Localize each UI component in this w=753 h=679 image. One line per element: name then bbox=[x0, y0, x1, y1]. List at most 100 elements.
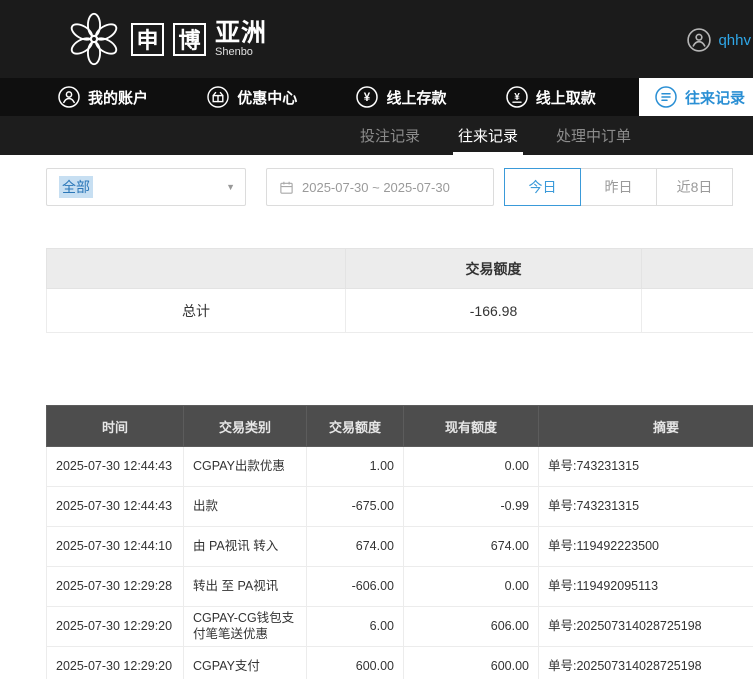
records-icon bbox=[655, 86, 677, 108]
lotus-logo-icon bbox=[70, 12, 118, 66]
user-icon bbox=[58, 86, 80, 108]
brand[interactable]: 申 博 亚洲 Shenbo bbox=[66, 11, 267, 67]
table-cell: -675.00 bbox=[306, 486, 404, 527]
table-cell: 674.00 bbox=[403, 526, 539, 567]
table-cell: 出款 bbox=[183, 486, 307, 527]
table-cell: 单号:202507314028725198 bbox=[538, 606, 753, 647]
table-cell: 2025-07-30 12:44:43 bbox=[46, 446, 184, 487]
table-cell: 单号:202507314028725198 bbox=[538, 646, 753, 679]
table-row: 2025-07-30 12:44:43 CGPAY出款优惠 1.00 0.00 单号:7… bbox=[46, 446, 753, 487]
table-cell: 0.00 bbox=[403, 446, 539, 487]
table-cell: 2025-07-30 12:44:10 bbox=[46, 526, 184, 567]
nav-label: 我的账户 bbox=[88, 89, 149, 107]
table-cell: -0.99 bbox=[403, 486, 539, 527]
top-header: 申 博 亚洲 Shenbo qhhv bbox=[0, 0, 753, 78]
brand-region: 亚洲 bbox=[215, 18, 268, 47]
table-row: 2025-07-30 12:29:28 转出 至 PA视讯 -606.00 0.00 单… bbox=[46, 566, 753, 607]
main-nav: 我的账户 优惠中心 ¥ 线上存款 ¥ 线上取款 往来记录 bbox=[0, 78, 753, 116]
today-button[interactable]: 今日 bbox=[504, 168, 581, 206]
table-cell: 由 PA视讯 转入 bbox=[183, 526, 307, 567]
table-cell: 转出 至 PA视讯 bbox=[183, 566, 307, 607]
table-row: 2025-07-30 12:29:20 CGPAY支付 600.00 600.00 单号… bbox=[46, 646, 753, 679]
table-cell: 0.00 bbox=[403, 566, 539, 607]
table-cell: 单号:743231315 bbox=[538, 486, 753, 527]
brand-seal-1: 申 bbox=[131, 22, 164, 56]
table-row: 2025-07-30 12:29:20 CGPAY-CG钱包支付笔笔送优惠 6.00… bbox=[46, 606, 753, 647]
type-select[interactable]: 全部 ▼ bbox=[46, 168, 246, 206]
table-cell: 2025-07-30 12:29:20 bbox=[46, 646, 184, 679]
summary-header-row: 交易额度 bbox=[46, 248, 753, 289]
chevron-down-icon: ▼ bbox=[226, 182, 235, 192]
user-account[interactable]: qhhv bbox=[687, 28, 751, 52]
brand-seal-2: 博 bbox=[173, 22, 206, 56]
gift-icon bbox=[207, 86, 229, 108]
withdraw-coin-icon: ¥ bbox=[505, 86, 528, 108]
table-cell: CGPAY支付 bbox=[183, 646, 307, 679]
yesterday-button[interactable]: 昨日 bbox=[580, 168, 657, 206]
table-cell: CGPAY-CG钱包支付笔笔送优惠 bbox=[183, 606, 307, 647]
table-cell: 2025-07-30 12:29:20 bbox=[46, 606, 184, 647]
nav-label: 往来记录 bbox=[684, 89, 745, 107]
username: qhhv bbox=[718, 31, 751, 49]
table-cell: 单号:119492223500 bbox=[538, 526, 753, 567]
table-row: 2025-07-30 12:44:10 由 PA视讯 转入 674.00 674.00… bbox=[46, 526, 753, 567]
summary-total-row: 总计 -166.98 bbox=[46, 288, 753, 333]
user-avatar-icon bbox=[687, 28, 712, 52]
nav-label: 线上存款 bbox=[386, 89, 447, 107]
svg-text:¥: ¥ bbox=[364, 92, 371, 104]
table-cell: 单号:743231315 bbox=[538, 446, 753, 487]
table-cell: -606.00 bbox=[306, 566, 404, 607]
nav-label: 线上取款 bbox=[535, 89, 596, 107]
type-select-value: 全部 bbox=[59, 176, 93, 198]
deposit-coin-icon: ¥ bbox=[356, 86, 379, 108]
table-cell: 1.00 bbox=[306, 446, 404, 487]
summary-total-label: 总计 bbox=[46, 288, 346, 333]
summary-amount-header: 交易额度 bbox=[345, 248, 642, 289]
records-table-body: 2025-07-30 12:44:43 CGPAY出款优惠 1.00 0.00 单号:7… bbox=[46, 446, 753, 679]
summary-empty-header bbox=[46, 248, 346, 289]
main-content: 全部 ▼ 2025-07-30 ~ 2025-07-30 今日 昨日 近8日 交… bbox=[0, 155, 753, 679]
tab-bet-records[interactable]: 投注记录 bbox=[360, 116, 420, 155]
page: 申 博 亚洲 Shenbo qhhv 我的账户 优惠中心 ¥ 线上存款 ¥ 线上… bbox=[0, 0, 753, 679]
summary-empty-header bbox=[641, 248, 753, 289]
table-cell: 2025-07-30 12:44:43 bbox=[46, 486, 184, 527]
summary-table: 交易额度 总计 -166.98 bbox=[46, 248, 753, 333]
col-header-balance: 现有额度 bbox=[403, 405, 539, 447]
filter-row: 全部 ▼ 2025-07-30 ~ 2025-07-30 今日 昨日 近8日 bbox=[46, 168, 753, 206]
col-header-amount: 交易额度 bbox=[306, 405, 404, 447]
tab-processing-orders[interactable]: 处理中订单 bbox=[556, 116, 631, 155]
date-range-value: 2025-07-30 ~ 2025-07-30 bbox=[302, 179, 450, 195]
table-cell: 600.00 bbox=[306, 646, 404, 679]
table-cell: 600.00 bbox=[403, 646, 539, 679]
table-cell: 2025-07-30 12:29:28 bbox=[46, 566, 184, 607]
nav-item-transaction-records[interactable]: 往来记录 bbox=[638, 78, 753, 116]
calendar-icon bbox=[280, 181, 293, 194]
tab-transaction-records[interactable]: 往来记录 bbox=[453, 116, 524, 155]
nav-item-online-deposit[interactable]: ¥ 线上存款 bbox=[340, 78, 462, 116]
table-row: 2025-07-30 12:44:43 出款 -675.00 -0.99 单号:7432… bbox=[46, 486, 753, 527]
table-cell: 674.00 bbox=[306, 526, 404, 567]
date-range-input[interactable]: 2025-07-30 ~ 2025-07-30 bbox=[266, 168, 494, 206]
table-cell: 单号:119492095113 bbox=[538, 566, 753, 607]
col-header-type: 交易类别 bbox=[183, 405, 307, 447]
nav-item-promotions[interactable]: 优惠中心 bbox=[191, 78, 313, 116]
records-header-row: 时间 交易类别 交易额度 现有额度 摘要 bbox=[46, 405, 753, 447]
nav-item-my-account[interactable]: 我的账户 bbox=[42, 78, 164, 116]
svg-text:¥: ¥ bbox=[514, 92, 520, 103]
sub-nav: 投注记录 往来记录 处理中订单 bbox=[0, 116, 753, 155]
table-cell: CGPAY出款优惠 bbox=[183, 446, 307, 487]
tab-label: 投注记录 bbox=[360, 128, 421, 145]
tab-label: 往来记录 bbox=[458, 128, 519, 145]
col-header-summary: 摘要 bbox=[538, 405, 753, 447]
quick-range-buttons: 今日 昨日 近8日 bbox=[504, 168, 733, 206]
col-header-time: 时间 bbox=[46, 405, 184, 447]
nav-item-online-withdrawal[interactable]: ¥ 线上取款 bbox=[490, 78, 612, 116]
nav-label: 优惠中心 bbox=[237, 89, 298, 107]
last-8-days-button[interactable]: 近8日 bbox=[656, 168, 733, 206]
tab-label: 处理中订单 bbox=[556, 128, 632, 145]
brand-subtitle: Shenbo bbox=[215, 45, 253, 58]
table-cell: 606.00 bbox=[403, 606, 539, 647]
summary-total-value: -166.98 bbox=[345, 288, 642, 333]
records-table: 时间 交易类别 交易额度 现有额度 摘要 2025-07-30 12:44:43… bbox=[46, 405, 753, 679]
summary-empty-cell bbox=[641, 288, 753, 333]
